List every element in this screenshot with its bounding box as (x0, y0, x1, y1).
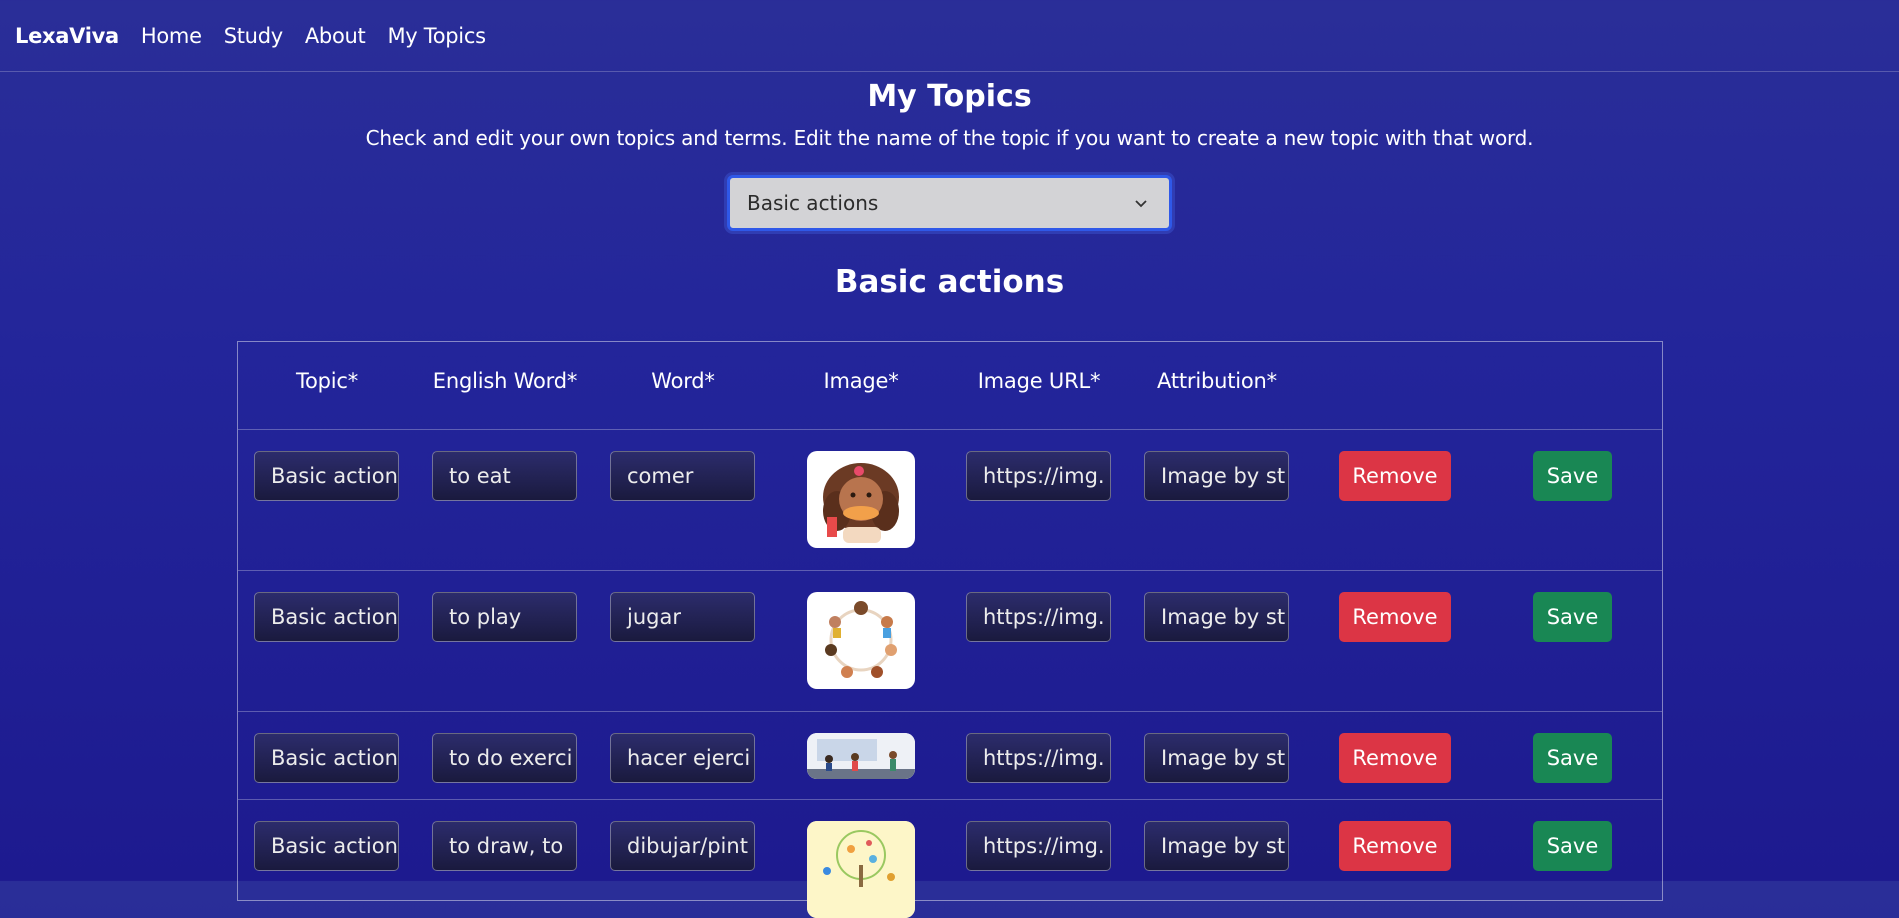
table-header-row: Topic* English Word* Word* Image* Image … (238, 342, 1662, 430)
header-image-url: Image URL* (977, 369, 1101, 393)
english-word-input[interactable]: to draw, to (432, 821, 577, 871)
header-topic: Topic* (295, 369, 359, 393)
save-button[interactable]: Save (1533, 451, 1612, 501)
english-word-input[interactable]: to play (432, 592, 577, 642)
save-button[interactable]: Save (1533, 821, 1612, 871)
save-button[interactable]: Save (1533, 733, 1612, 783)
header-english-word: English Word* (432, 369, 578, 393)
remove-button[interactable]: Remove (1339, 821, 1451, 871)
remove-button[interactable]: Remove (1339, 451, 1451, 501)
remove-button[interactable]: Remove (1339, 733, 1451, 783)
topic-input[interactable]: Basic action (254, 592, 399, 642)
kids-playing-image (807, 592, 915, 689)
brand-logo[interactable]: LexaViva (15, 24, 119, 48)
girl-eating-image (807, 451, 915, 548)
nav-about[interactable]: About (305, 24, 366, 48)
remove-button[interactable]: Remove (1339, 592, 1451, 642)
topic-select[interactable]: Basic actions (727, 175, 1172, 231)
nav-home[interactable]: Home (141, 24, 202, 48)
attribution-input[interactable]: Image by st (1144, 821, 1289, 871)
page-title: My Topics (867, 79, 1032, 114)
table-row: Basic action to do exerci hacer ejerci h… (238, 712, 1662, 800)
topic-input[interactable]: Basic action (254, 821, 399, 871)
image-url-input[interactable]: https://img. (966, 821, 1111, 871)
header-word: Word* (651, 369, 715, 393)
english-word-input[interactable]: to do exerci (432, 733, 577, 783)
kids-painting-image (807, 821, 915, 918)
header-image: Image* (823, 369, 899, 393)
word-input[interactable]: comer (610, 451, 755, 501)
word-input[interactable]: dibujar/pint (610, 821, 755, 871)
word-input[interactable]: hacer ejerci (610, 733, 755, 783)
english-word-input[interactable]: to eat (432, 451, 577, 501)
table-row: Basic action to play jugar https://img. … (238, 571, 1662, 712)
save-button[interactable]: Save (1533, 592, 1612, 642)
table-row: Basic action to eat comer https://img. I… (238, 430, 1662, 571)
image-url-input[interactable]: https://img. (966, 592, 1111, 642)
chevron-down-icon (1135, 200, 1147, 208)
table-row: Basic action to draw, to dibujar/pint ht… (238, 800, 1662, 918)
header-attribution: Attribution* (1157, 369, 1277, 393)
image-url-input[interactable]: https://img. (966, 451, 1111, 501)
gym-exercise-image (807, 733, 915, 779)
attribution-input[interactable]: Image by st (1144, 733, 1289, 783)
topic-select-wrapper: Basic actions (0, 175, 1899, 231)
page-description: Check and edit your own topics and terms… (365, 126, 1534, 150)
terms-table: Topic* English Word* Word* Image* Image … (237, 341, 1663, 918)
topic-select-value: Basic actions (747, 191, 879, 215)
word-input[interactable]: jugar (610, 592, 755, 642)
top-navbar: LexaViva Home Study About My Topics (0, 0, 1899, 72)
topic-input[interactable]: Basic action (254, 733, 399, 783)
nav-my-topics[interactable]: My Topics (387, 24, 486, 48)
attribution-input[interactable]: Image by st (1144, 592, 1289, 642)
topic-input[interactable]: Basic action (254, 451, 399, 501)
nav-study[interactable]: Study (224, 24, 283, 48)
image-url-input[interactable]: https://img. (966, 733, 1111, 783)
section-title: Basic actions (834, 264, 1065, 300)
attribution-input[interactable]: Image by st (1144, 451, 1289, 501)
